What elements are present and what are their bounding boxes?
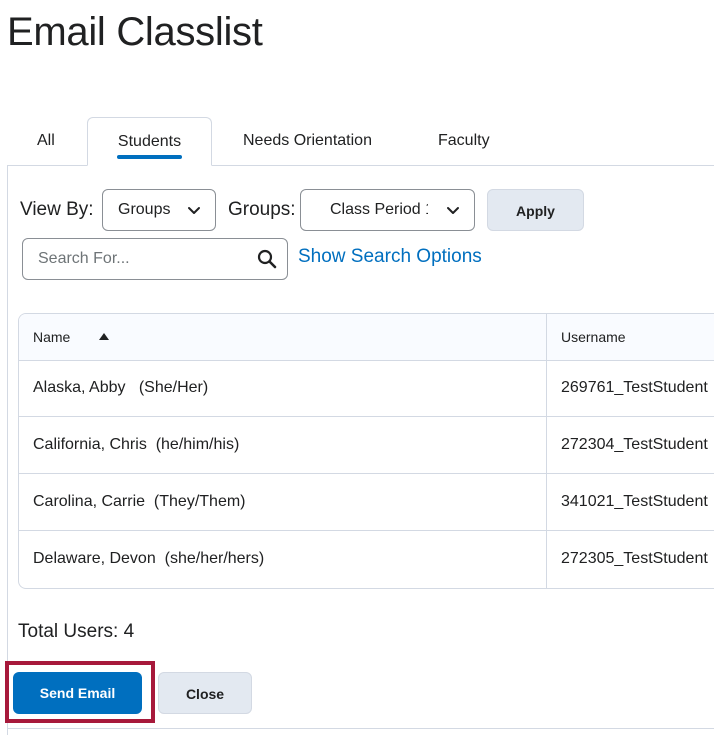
name-column-header[interactable]: Name [33, 314, 109, 360]
view-by-select[interactable]: Groups [102, 189, 216, 231]
table-header: Name Username [19, 314, 714, 361]
total-users: Total Users: 4 [18, 621, 135, 642]
student-name: Alaska, Abby (She/Her) [33, 379, 209, 396]
student-name: California, Chris (he/him/his) [33, 436, 240, 453]
groups-select[interactable]: Class Period 1 [300, 189, 475, 231]
tab-label: Needs Orientation [243, 132, 372, 149]
show-search-options-link[interactable]: Show Search Options [298, 246, 482, 268]
student-username: 272304_TestStudent [561, 436, 708, 453]
table-row: Delaware, Devon (she/her/hers) 272305_Te… [19, 531, 714, 588]
search-input[interactable]: Search For... [38, 239, 130, 279]
username-column-header[interactable]: Username [561, 314, 626, 360]
groups-value: Class Period 1 [330, 201, 428, 218]
page-title: Email Classlist [7, 10, 263, 54]
classlist-table: Name Username Alaska, Abby (She/Her) 269… [18, 313, 714, 589]
chevron-down-icon [447, 207, 459, 214]
column-label: Name [33, 329, 71, 345]
table-row: California, Chris (he/him/his) 272304_Te… [19, 417, 714, 474]
student-username: 341021_TestStudent [561, 493, 708, 510]
student-username: 269761_TestStudent [561, 379, 708, 396]
tab-label: Students [117, 133, 182, 150]
column-label: Username [561, 329, 626, 345]
sort-ascending-icon [99, 333, 109, 340]
search-field[interactable]: Search For... [22, 238, 288, 280]
view-by-label: View By: [20, 199, 94, 220]
student-name: Carolina, Carrie (They/Them) [33, 493, 246, 510]
tab-panel: View By: Groups Groups: Class Period 1 A… [5, 166, 714, 735]
tab-needs-orientation[interactable]: Needs Orientation [243, 117, 372, 166]
tab-faculty[interactable]: Faculty [438, 117, 490, 166]
active-tab-indicator [117, 155, 182, 159]
table-row: Alaska, Abby (She/Her) 269761_TestStuden… [19, 360, 714, 417]
table-row: Carolina, Carrie (They/Them) 341021_Test… [19, 474, 714, 531]
groups-label: Groups: [228, 199, 296, 220]
apply-button[interactable]: Apply [487, 189, 584, 231]
student-username: 272305_TestStudent [561, 550, 708, 567]
tab-bar: All Students Needs Orientation Faculty [0, 117, 714, 166]
tab-all[interactable]: All [37, 117, 55, 166]
search-icon[interactable] [257, 249, 277, 269]
send-email-button[interactable]: Send Email [13, 672, 142, 714]
tab-students[interactable]: Students [87, 117, 212, 166]
chevron-down-icon [188, 207, 200, 214]
tab-label: Faculty [438, 132, 490, 149]
view-by-value: Groups [118, 201, 171, 218]
footer-divider [8, 728, 714, 729]
tab-label: All [37, 132, 55, 149]
student-name: Delaware, Devon (she/her/hers) [33, 550, 265, 567]
close-button[interactable]: Close [158, 672, 252, 714]
